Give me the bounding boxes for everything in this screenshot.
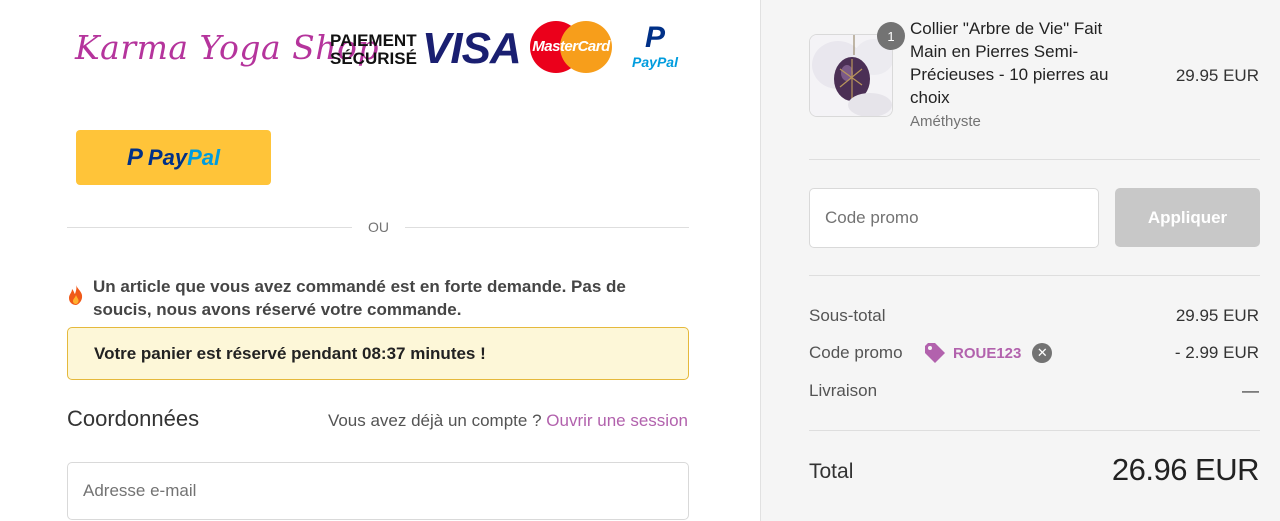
checkout-main: Karma Yoga Shop PAIEMENT SÉCURISÉ VISA M… xyxy=(0,0,760,521)
subtotal-label: Sous-total xyxy=(809,306,886,325)
shipping-value: — xyxy=(1242,381,1259,400)
mastercard-text: MasterCard xyxy=(532,38,610,55)
remove-discount-icon[interactable]: ✕ xyxy=(1032,343,1053,363)
total-value: 26.96 EUR xyxy=(1111,452,1260,487)
paypal-logo: P PayPal xyxy=(625,22,685,78)
separator xyxy=(809,275,1260,276)
discount-code: ROUE123 xyxy=(953,344,1022,362)
product-image xyxy=(809,34,893,117)
paypal-express-button[interactable]: P Pay Pal xyxy=(76,130,271,185)
secure-payment-label: PAIEMENT SÉCURISÉ xyxy=(330,32,417,68)
secure-line-2: SÉCURISÉ xyxy=(330,49,417,68)
total-label: Total xyxy=(809,460,854,483)
paypal-pal-text: Pal xyxy=(187,144,221,170)
shipping-label: Livraison xyxy=(809,381,878,400)
login-link[interactable]: Ouvrir une session xyxy=(546,411,688,430)
email-field[interactable] xyxy=(67,462,689,520)
subtotal-value: 29.95 EUR xyxy=(1175,306,1259,325)
account-prompt-text: Vous avez déjà un compte ? xyxy=(327,411,542,430)
discount-label: Code promo xyxy=(809,343,903,362)
header-logos: Karma Yoga Shop PAIEMENT SÉCURISÉ VISA M… xyxy=(70,18,685,88)
divider-text: OU xyxy=(368,219,389,235)
login-prompt: Vous avez déjà un compte ? Ouvrir une se… xyxy=(328,411,688,431)
cart-reserved-banner: Votre panier est réservé pendant 08:37 m… xyxy=(67,327,689,380)
paypal-p-icon: P xyxy=(126,143,143,171)
paypal-word: PayPal xyxy=(632,54,678,70)
visa-logo: VISA xyxy=(422,24,522,73)
secure-line-1: PAIEMENT xyxy=(330,31,417,50)
discount-tag: ROUE123 ✕ xyxy=(924,342,1053,364)
fire-icon xyxy=(67,285,85,310)
divider-line-right xyxy=(405,227,689,228)
paypal-pay-text: Pay xyxy=(147,144,188,170)
product-name: Collier "Arbre de Vie" Fait Main en Pier… xyxy=(910,19,1109,107)
order-summary: 1 Collier "Arbre de Vie" Fait Main en Pi… xyxy=(760,0,1280,521)
separator xyxy=(809,159,1260,160)
tag-icon xyxy=(925,343,945,363)
divider-line-left xyxy=(67,227,352,228)
paypal-mark: P xyxy=(644,21,665,54)
demand-message: Un article que vous avez commandé est en… xyxy=(93,277,626,319)
reserved-timer-text: Votre panier est réservé pendant 08:37 m… xyxy=(94,343,486,363)
quantity-badge: 1 xyxy=(877,22,905,50)
or-divider: OU xyxy=(67,217,689,237)
contact-section-title: Coordonnées xyxy=(67,406,200,431)
separator xyxy=(809,430,1260,431)
discount-value: - 2.99 EUR xyxy=(1174,343,1259,362)
apply-promo-button[interactable]: Appliquer xyxy=(1115,188,1260,247)
product-variant: Améthyste xyxy=(910,113,981,130)
promo-code-input[interactable] xyxy=(809,188,1099,248)
mastercard-logo: MasterCard xyxy=(528,21,614,73)
product-price: 29.95 EUR xyxy=(1175,66,1259,85)
